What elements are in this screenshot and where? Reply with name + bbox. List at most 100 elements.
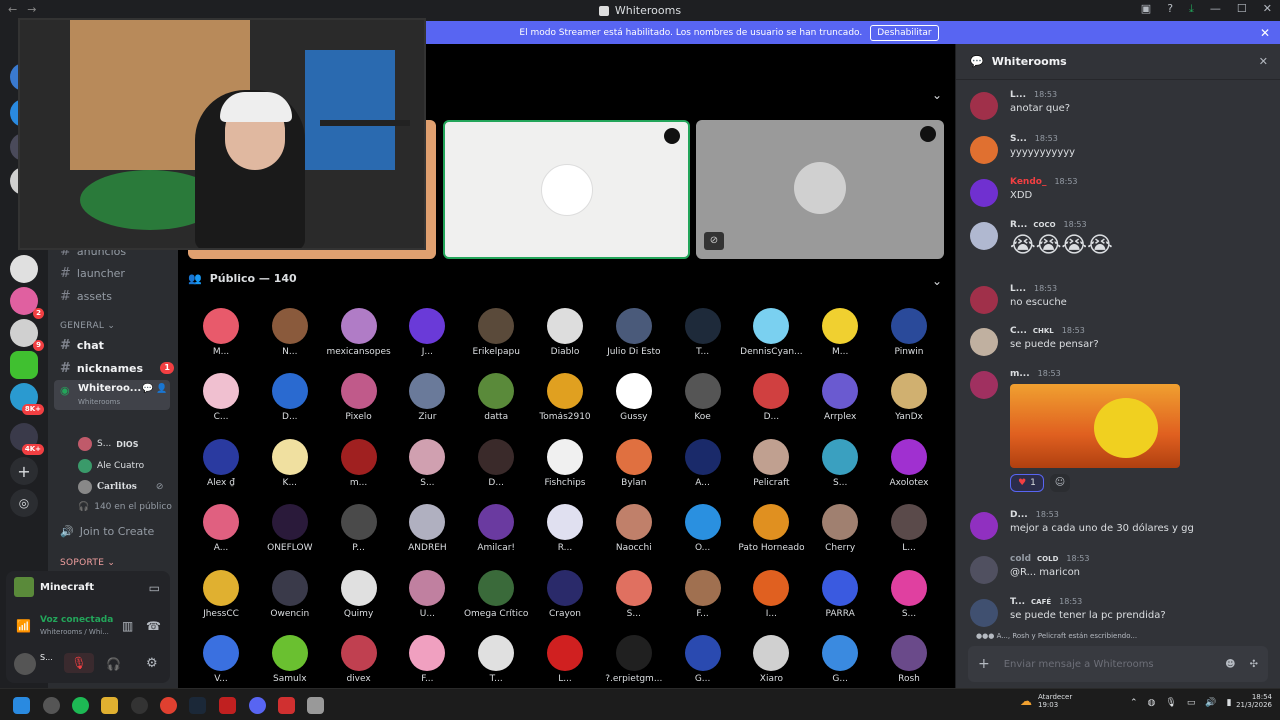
activity-row[interactable]: Minecraft bbox=[14, 577, 94, 597]
voice-sub[interactable]: Whiterooms / Whi... bbox=[40, 628, 109, 636]
chevron-down-icon[interactable]: ⌄ bbox=[932, 88, 942, 102]
audience-member[interactable]: U... bbox=[394, 569, 460, 619]
audience-member[interactable]: Erikelpapu bbox=[463, 308, 529, 357]
audience-member[interactable]: A... bbox=[670, 438, 736, 488]
soundboard-icon[interactable]: ▥ bbox=[122, 619, 133, 633]
audience-member[interactable]: O... bbox=[670, 504, 736, 553]
audience-member[interactable]: D... bbox=[257, 373, 323, 422]
audience-member[interactable]: L... bbox=[876, 504, 942, 553]
settings-icon[interactable]: ⚙ bbox=[146, 656, 158, 671]
volume-icon[interactable]: 🔊 bbox=[1205, 698, 1216, 708]
maximize-icon[interactable]: ☐ bbox=[1237, 2, 1247, 16]
server-icon[interactable]: 2 bbox=[10, 287, 44, 319]
audience-member[interactable]: divex bbox=[326, 635, 392, 684]
audience-member[interactable]: S... bbox=[876, 569, 942, 619]
audience-member[interactable]: D... bbox=[738, 373, 804, 422]
avatar[interactable] bbox=[970, 371, 998, 399]
voice-user[interactable]: Ale Cuatro bbox=[78, 459, 144, 473]
disconnect-icon[interactable]: ☎ bbox=[146, 619, 161, 633]
audience-member[interactable]: S... bbox=[601, 569, 667, 619]
server-icon[interactable] bbox=[10, 351, 38, 379]
server-icon[interactable]: 4K+ bbox=[10, 423, 44, 455]
invite-icon[interactable]: 👤 bbox=[156, 384, 167, 394]
audience-member[interactable]: Cherry bbox=[807, 504, 873, 553]
audience-member[interactable]: M... bbox=[188, 308, 254, 357]
server-icon[interactable]: 8K+ bbox=[10, 383, 44, 415]
add-reaction-icon[interactable]: ☺ bbox=[1050, 474, 1070, 492]
audience-member[interactable]: ?.erpietgm... bbox=[601, 635, 667, 684]
discord-icon[interactable] bbox=[249, 697, 266, 714]
audience-member[interactable]: S... bbox=[807, 438, 873, 488]
audience-member[interactable]: PARRA bbox=[807, 569, 873, 619]
audience-member[interactable]: R... bbox=[532, 504, 598, 553]
audience-member[interactable]: L... bbox=[532, 635, 598, 684]
emoji-icon[interactable]: ☻ bbox=[1225, 659, 1235, 670]
audience-member[interactable]: K... bbox=[257, 438, 323, 488]
audience-member[interactable]: I... bbox=[738, 569, 804, 619]
network-icon[interactable]: ◍ bbox=[1148, 698, 1156, 708]
audience-member[interactable]: Koe bbox=[670, 373, 736, 422]
audience-member[interactable]: Samulx bbox=[257, 635, 323, 684]
author-name[interactable]: T... bbox=[1010, 597, 1025, 607]
audience-member[interactable]: Owencin bbox=[257, 569, 323, 619]
audience-member[interactable]: Julio Di Esto bbox=[601, 308, 667, 357]
start-icon[interactable] bbox=[13, 697, 30, 714]
close-icon[interactable]: ✕ bbox=[1259, 55, 1268, 68]
audience-member[interactable]: Tomás2910 bbox=[532, 373, 598, 422]
avatar[interactable] bbox=[970, 92, 998, 120]
audience-member[interactable]: A... bbox=[188, 504, 254, 553]
audience-member[interactable]: Amilcar! bbox=[463, 504, 529, 553]
category-general[interactable]: GENERAL ⌄ bbox=[60, 321, 115, 331]
back-icon[interactable]: ← bbox=[8, 3, 17, 16]
public-count[interactable]: 🎧 140 en el público bbox=[78, 502, 172, 512]
avatar[interactable] bbox=[970, 512, 998, 540]
audience-member[interactable]: Arrplex bbox=[807, 373, 873, 422]
audience-member[interactable]: Pinwin bbox=[876, 308, 942, 357]
close-icon[interactable]: ✕ bbox=[1260, 26, 1270, 40]
audience-member[interactable]: Ziur bbox=[394, 373, 460, 422]
audience-member[interactable]: ANDREH bbox=[394, 504, 460, 553]
author-name[interactable]: D... bbox=[1010, 510, 1028, 520]
add-server-icon[interactable]: + bbox=[10, 457, 38, 485]
channel-nicknames[interactable]: # nicknames 1 bbox=[54, 358, 174, 378]
category-soporte[interactable]: SOPORTE ⌄ bbox=[60, 558, 115, 568]
join-to-create[interactable]: 🔊 Join to Create bbox=[54, 521, 174, 541]
channel-chat[interactable]: # chat bbox=[54, 335, 174, 355]
audience-member[interactable]: datta bbox=[463, 373, 529, 422]
audience-member[interactable]: Crayon bbox=[532, 569, 598, 619]
audience-member[interactable]: YanDx bbox=[876, 373, 942, 422]
author-name[interactable]: cold bbox=[1010, 554, 1031, 564]
avatar[interactable] bbox=[970, 286, 998, 314]
weather-widget[interactable]: ☁ Atardecer 19:03 bbox=[1020, 693, 1072, 709]
minimize-icon[interactable]: — bbox=[1210, 2, 1221, 16]
audience-member[interactable]: M... bbox=[807, 308, 873, 357]
message-input[interactable]: Enviar mensaje a Whiterooms bbox=[1004, 659, 1211, 670]
app-icon[interactable] bbox=[307, 697, 324, 714]
audience-member[interactable]: Omega Crítico bbox=[463, 569, 529, 619]
author-name[interactable]: Kendo_ bbox=[1010, 177, 1046, 187]
reaction-heart[interactable]: ♥ 1 bbox=[1010, 474, 1044, 492]
audience-member[interactable]: Fishchips bbox=[532, 438, 598, 488]
channel-launcher[interactable]: # launcher bbox=[54, 263, 174, 283]
audience-member[interactable]: ONEFLOW bbox=[257, 504, 323, 553]
audience-member[interactable]: J... bbox=[394, 308, 460, 357]
inbox-icon[interactable]: ▣ bbox=[1141, 2, 1151, 16]
app-icon[interactable] bbox=[278, 697, 295, 714]
app-icon[interactable] bbox=[219, 697, 236, 714]
audience-member[interactable]: Rosh bbox=[876, 635, 942, 684]
audience-member[interactable]: Pato Horneado bbox=[738, 504, 804, 553]
audience-member[interactable]: S... bbox=[394, 438, 460, 488]
chat-bubble-icon[interactable]: 💬 bbox=[142, 384, 153, 394]
audience-member[interactable]: P... bbox=[326, 504, 392, 553]
speaker-tile[interactable] bbox=[443, 120, 690, 259]
app-icon[interactable] bbox=[43, 697, 60, 714]
audience-member[interactable]: Diablo bbox=[532, 308, 598, 357]
avatar[interactable] bbox=[970, 136, 998, 164]
audience-member[interactable]: F... bbox=[670, 569, 736, 619]
help-icon[interactable]: ? bbox=[1167, 2, 1173, 16]
speaker-tile[interactable]: ⊘ bbox=[696, 120, 944, 259]
audience-member[interactable]: JhessCC bbox=[188, 569, 254, 619]
audience-member[interactable]: D... bbox=[463, 438, 529, 488]
audience-member[interactable]: G... bbox=[670, 635, 736, 684]
audience-member[interactable]: T... bbox=[463, 635, 529, 684]
